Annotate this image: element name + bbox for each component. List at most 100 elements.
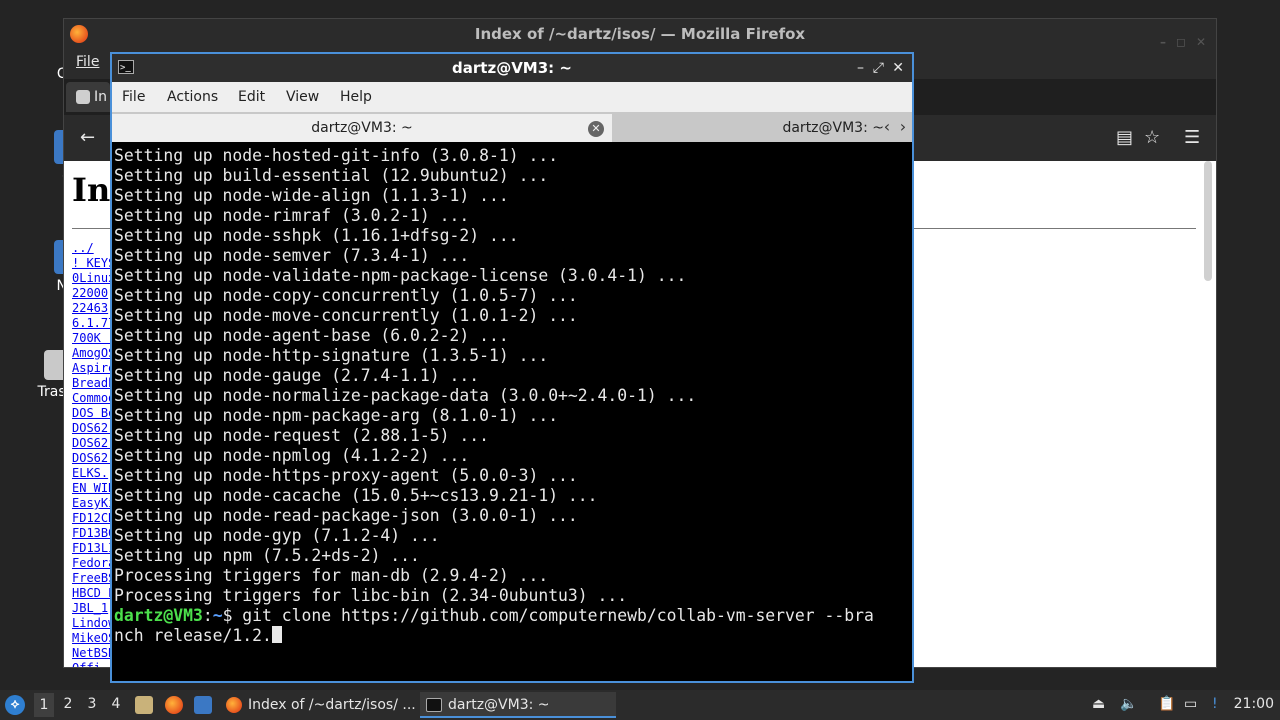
menu-help[interactable]: Help bbox=[340, 89, 372, 105]
update-icon[interactable]: ! bbox=[1212, 696, 1218, 712]
workspace-2[interactable]: 2 bbox=[58, 696, 78, 712]
terminal-line: Setting up node-gyp (7.1.2-4) ... bbox=[114, 526, 440, 545]
file-link[interactable]: DOS62: bbox=[72, 421, 115, 435]
page-icon bbox=[76, 90, 90, 104]
terminal-line: Setting up node-sshpk (1.16.1+dfsg-2) ..… bbox=[114, 226, 519, 245]
file-link[interactable]: DOS62: bbox=[72, 451, 115, 465]
eject-icon[interactable]: ⏏ bbox=[1092, 696, 1105, 712]
file-link[interactable]: 22463 bbox=[72, 301, 108, 315]
menu-file[interactable]: File bbox=[122, 89, 145, 105]
terminal-line: Setting up node-read-package-json (3.0.0… bbox=[114, 506, 578, 525]
file-list: ../! KEYS 0Linux 22000 22463 6.1.77 700K (Amo… bbox=[72, 241, 115, 667]
terminal-window: >_ dartz@VM3: ~ – ⤢ ✕ File Actions Edit … bbox=[110, 52, 914, 683]
file-link[interactable]: 0Linux bbox=[72, 271, 115, 285]
file-list-item: FD13BO bbox=[72, 526, 115, 541]
workspace-3[interactable]: 3 bbox=[82, 696, 102, 712]
volume-icon[interactable]: 🔈 bbox=[1120, 696, 1137, 712]
file-link[interactable]: Fedora bbox=[72, 556, 115, 570]
tab-close-icon[interactable]: ✕ bbox=[588, 121, 604, 137]
file-link[interactable]: EasyKi bbox=[72, 496, 115, 510]
file-manager-icon[interactable] bbox=[135, 696, 153, 714]
scrollbar[interactable] bbox=[1204, 161, 1212, 281]
file-link[interactable]: FreeBS bbox=[72, 571, 115, 585]
file-link[interactable]: Offi bbox=[72, 661, 101, 667]
file-list-item: HBCD P bbox=[72, 586, 115, 601]
file-link[interactable]: ELKS. bbox=[72, 466, 108, 480]
file-link[interactable]: ! KEYS bbox=[72, 256, 115, 270]
terminal-line: Setting up build-essential (12.9ubuntu2)… bbox=[114, 166, 549, 185]
file-list-item: EN WIN bbox=[72, 481, 115, 496]
workspace-1[interactable]: 1 bbox=[34, 693, 54, 717]
workspace-4[interactable]: 4 bbox=[106, 696, 126, 712]
terminal-tab-active[interactable]: dartz@VM3: ~ ✕ bbox=[112, 114, 612, 142]
close-icon[interactable]: ✕ bbox=[892, 54, 904, 82]
file-link[interactable]: FD13BO bbox=[72, 526, 115, 540]
terminal-line: Setting up node-cacache (15.0.5+~cs13.9.… bbox=[114, 486, 598, 505]
reader-view-icon[interactable]: ▤ bbox=[1116, 127, 1133, 148]
menu-actions[interactable]: Actions bbox=[167, 89, 218, 105]
back-arrow-icon[interactable]: ← bbox=[80, 127, 95, 148]
file-list-item: FreeBS bbox=[72, 571, 115, 586]
command-text: git clone https://github.com/computernew… bbox=[232, 606, 874, 625]
taskbar: ⟡ 1 2 3 4 Index of /~dartz/isos/ ... dar… bbox=[0, 690, 1280, 720]
terminal-titlebar[interactable]: >_ dartz@VM3: ~ – ⤢ ✕ bbox=[112, 54, 912, 82]
file-link[interactable]: AmogOS bbox=[72, 346, 115, 360]
bookmark-star-icon[interactable]: ☆ bbox=[1144, 127, 1160, 148]
firefox-titlebar[interactable]: Index of /~dartz/isos/ — Mozilla Firefox… bbox=[64, 19, 1216, 49]
file-list-item: Commod bbox=[72, 391, 115, 406]
file-link[interactable]: Lindow bbox=[72, 616, 115, 630]
chevron-left-icon[interactable]: ‹ bbox=[880, 114, 894, 140]
terminal-line: Setting up node-copy-concurrently (1.0.5… bbox=[114, 286, 578, 305]
task-label: dartz@VM3: ~ bbox=[448, 697, 550, 713]
menu-file[interactable]: File bbox=[76, 54, 99, 70]
file-link[interactable]: Breadb bbox=[72, 376, 115, 390]
firefox-launcher-icon[interactable] bbox=[165, 696, 183, 714]
network-tray-icon[interactable]: ▭ bbox=[1184, 696, 1197, 712]
file-list-item: 6.1.77 bbox=[72, 316, 115, 331]
file-link[interactable]: MikeOS bbox=[72, 631, 115, 645]
file-link[interactable]: EN WIN bbox=[72, 481, 115, 495]
start-menu-icon[interactable]: ⟡ bbox=[5, 695, 25, 715]
terminal-line: Setting up node-semver (7.3.4-1) ... bbox=[114, 246, 470, 265]
desktop-icon[interactable] bbox=[194, 696, 212, 714]
minimize-icon[interactable]: – bbox=[857, 54, 864, 82]
file-list-item: DOS Bo bbox=[72, 406, 115, 421]
terminal-line: Setting up node-npm-package-arg (8.1.0-1… bbox=[114, 406, 559, 425]
file-link[interactable]: HBCD P bbox=[72, 586, 115, 600]
file-link[interactable]: ../ bbox=[72, 241, 94, 255]
file-link[interactable]: NetBSD bbox=[72, 646, 115, 660]
menu-view[interactable]: View bbox=[286, 89, 319, 105]
file-link[interactable]: DOS62: bbox=[72, 436, 115, 450]
task-terminal[interactable]: dartz@VM3: ~ bbox=[420, 692, 616, 718]
chevron-right-icon[interactable]: › bbox=[896, 114, 910, 140]
file-link[interactable]: 700K ( bbox=[72, 331, 115, 345]
file-link[interactable]: 22000 bbox=[72, 286, 108, 300]
file-list-item: 22463 bbox=[72, 301, 115, 316]
firefox-window-title: Index of /~dartz/isos/ — Mozilla Firefox bbox=[474, 25, 806, 43]
file-link[interactable]: DOS Bo bbox=[72, 406, 115, 420]
menu-edit[interactable]: Edit bbox=[238, 89, 265, 105]
file-list-item: DOS62: bbox=[72, 436, 115, 451]
terminal-line: Processing triggers for libc-bin (2.34-0… bbox=[114, 586, 628, 605]
file-list-item: JBL_1 bbox=[72, 601, 115, 616]
terminal-icon bbox=[426, 698, 442, 712]
file-link[interactable]: FD12CD bbox=[72, 511, 115, 525]
file-list-item: AmogOS bbox=[72, 346, 115, 361]
file-link[interactable]: FD13LI bbox=[72, 541, 115, 555]
terminal-output[interactable]: Setting up node-hosted-git-info (3.0.8-1… bbox=[114, 146, 910, 681]
firefox-tab[interactable]: In bbox=[66, 82, 110, 112]
hamburger-menu-icon[interactable]: ☰ bbox=[1184, 127, 1200, 148]
file-list-item: 0Linux bbox=[72, 271, 115, 286]
firefox-icon bbox=[226, 697, 242, 713]
task-firefox[interactable]: Index of /~dartz/isos/ ... bbox=[220, 692, 416, 718]
file-link[interactable]: 6.1.77 bbox=[72, 316, 115, 330]
terminal-line: Setting up node-normalize-package-data (… bbox=[114, 386, 697, 405]
file-link[interactable]: JBL_1 bbox=[72, 601, 108, 615]
terminal-tab-2[interactable]: dartz@VM3: ~ bbox=[612, 114, 912, 142]
terminal-line: Setting up node-request (2.88.1-5) ... bbox=[114, 426, 489, 445]
file-list-item: FD12CD bbox=[72, 511, 115, 526]
file-link[interactable]: Aspire bbox=[72, 361, 115, 375]
file-link[interactable]: Commod bbox=[72, 391, 115, 405]
maximize-icon[interactable]: ⤢ bbox=[873, 54, 884, 82]
clipboard-icon[interactable]: 📋 bbox=[1158, 696, 1175, 712]
